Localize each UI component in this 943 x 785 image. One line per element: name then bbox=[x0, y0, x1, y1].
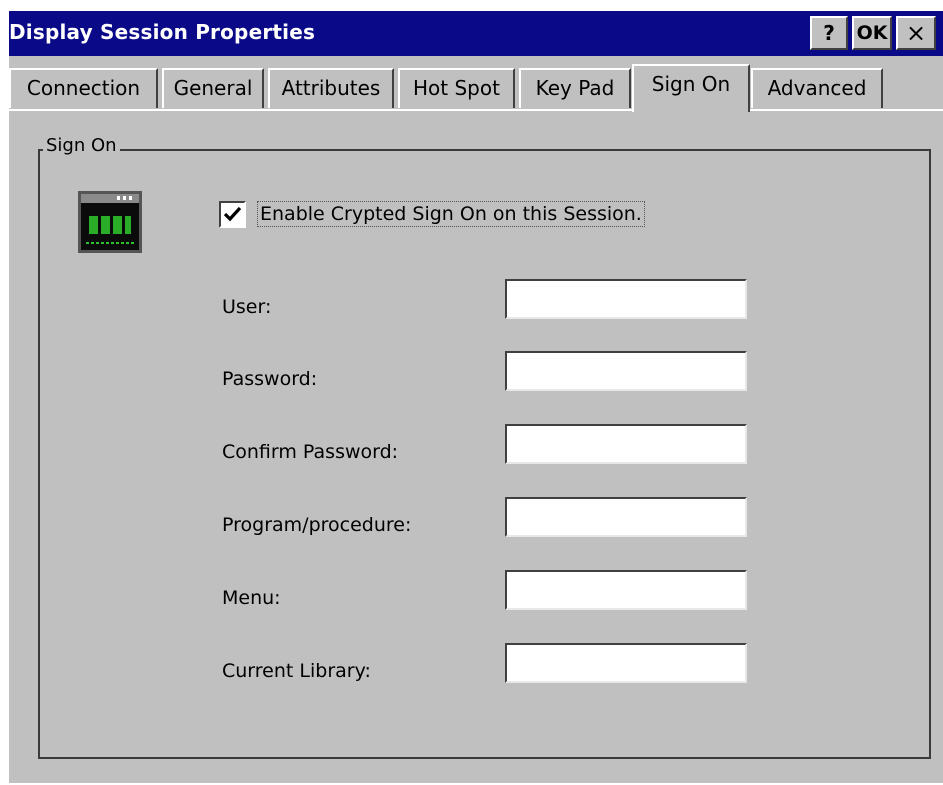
current-library-input[interactable] bbox=[505, 643, 747, 683]
tab-key-pad[interactable]: Key Pad bbox=[519, 68, 631, 108]
menu-input[interactable] bbox=[505, 570, 747, 610]
checkmark-icon bbox=[223, 206, 242, 222]
user-label: User: bbox=[222, 296, 272, 318]
menu-label: Menu: bbox=[222, 587, 281, 609]
sign-on-group-box bbox=[38, 149, 931, 759]
password-input[interactable] bbox=[505, 351, 747, 391]
ok-button[interactable]: OK bbox=[852, 16, 892, 50]
password-label: Password: bbox=[222, 368, 318, 390]
user-input[interactable] bbox=[505, 279, 747, 319]
enable-crypted-sign-on-checkbox[interactable] bbox=[219, 201, 246, 228]
tab-sign-on[interactable]: Sign On bbox=[632, 64, 750, 112]
tab-general[interactable]: General bbox=[162, 68, 264, 108]
current-library-label: Current Library: bbox=[222, 660, 371, 682]
confirm-password-label: Confirm Password: bbox=[222, 441, 399, 463]
title-bar: Display Session Properties ? OK × bbox=[9, 11, 943, 56]
sign-on-group-label: Sign On bbox=[43, 135, 120, 156]
tab-attributes[interactable]: Attributes bbox=[268, 68, 394, 108]
enable-crypted-sign-on-label[interactable]: Enable Crypted Sign On on this Session. bbox=[257, 201, 645, 227]
close-button[interactable]: × bbox=[896, 16, 936, 50]
tab-advanced[interactable]: Advanced bbox=[751, 68, 883, 108]
tab-strip-divider bbox=[9, 109, 943, 111]
terminal-session-icon bbox=[78, 191, 142, 253]
program-procedure-label: Program/procedure: bbox=[222, 514, 412, 536]
program-procedure-input[interactable] bbox=[505, 497, 747, 537]
display-session-properties-window: Display Session Properties ? OK × Connec… bbox=[9, 11, 943, 783]
window-title: Display Session Properties bbox=[9, 20, 316, 44]
help-button[interactable]: ? bbox=[810, 16, 848, 50]
icon-window-dots bbox=[117, 196, 135, 200]
confirm-password-input[interactable] bbox=[505, 424, 747, 464]
tab-connection[interactable]: Connection bbox=[9, 68, 158, 108]
tab-strip: Connection General Attributes Hot Spot K… bbox=[9, 64, 943, 112]
icon-screen-text bbox=[89, 216, 131, 234]
icon-screen-baseline bbox=[86, 242, 134, 244]
tab-hot-spot[interactable]: Hot Spot bbox=[398, 68, 515, 108]
